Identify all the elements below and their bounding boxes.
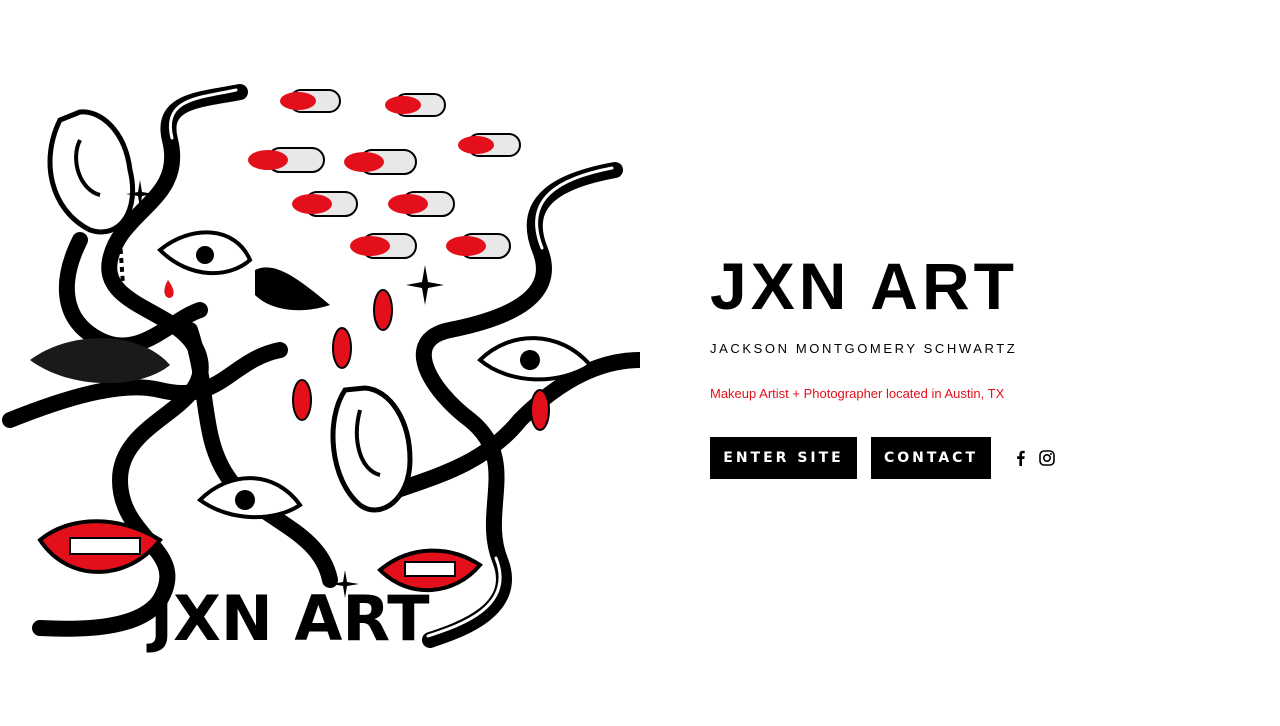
contact-button[interactable]: CONTACT (871, 437, 991, 479)
lips-illustrations (37, 267, 483, 592)
collage-illustration: JXN ART (2, 84, 640, 655)
action-row: ENTER SITE CONTACT (710, 437, 1230, 479)
enter-site-button[interactable]: ENTER SITE (710, 437, 857, 479)
hero-artwork: JXN ART (0, 60, 640, 660)
artist-name: JACKSON MONTGOMERY SCHWARTZ (710, 341, 1018, 356)
social-links (1013, 450, 1055, 466)
hero-info: JXN ART JACKSON MONTGOMERY SCHWARTZ Make… (710, 248, 1230, 479)
instagram-icon[interactable] (1039, 450, 1055, 466)
artwork-logo-text: JXN ART (146, 582, 430, 655)
site-title: JXN ART (710, 249, 1018, 323)
landing-page: JXN ART JXN ART JACKSON MONTGOMERY SCHWA… (0, 0, 1280, 726)
ear-illustration (47, 109, 413, 513)
tagline: Makeup Artist + Photographer located in … (710, 386, 1005, 401)
facebook-icon[interactable] (1013, 450, 1029, 466)
